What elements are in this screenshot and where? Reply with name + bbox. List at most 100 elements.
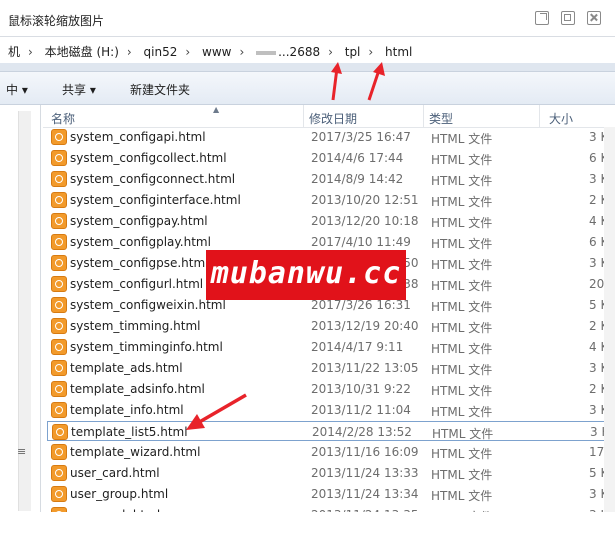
file-type: HTML 文件	[431, 342, 493, 356]
close-icon[interactable]	[587, 11, 601, 25]
file-name: user_group.html	[70, 487, 169, 501]
file-type: HTML 文件	[431, 321, 493, 335]
file-row[interactable]: system_timminginfo.html 2014/4/17 9:11 HTM…	[47, 337, 608, 357]
file-name: template_list5.html	[71, 425, 188, 439]
html-file-icon	[52, 424, 68, 440]
file-row[interactable]: template_list5.html 2014/2/28 13:52 HTML 文…	[47, 421, 609, 441]
file-row[interactable]: template_ads.html 2013/11/22 13:05 HTML 文件…	[47, 358, 608, 378]
column-type[interactable]: 类型	[429, 110, 453, 127]
html-file-icon	[51, 444, 67, 460]
file-date: 2013/11/24 13:33	[311, 466, 419, 480]
file-type: HTML 文件	[431, 195, 493, 209]
column-separator[interactable]	[423, 105, 424, 127]
html-file-icon	[51, 255, 67, 271]
restore-icon[interactable]	[535, 11, 549, 25]
file-name: system_configconnect.html	[70, 172, 236, 186]
file-type: HTML 文件	[431, 405, 493, 419]
file-type: HTML 文件	[431, 384, 493, 398]
column-name[interactable]: 名称	[51, 110, 75, 127]
breadcrumb-item[interactable]: ...2688	[278, 45, 320, 59]
html-file-icon	[51, 213, 67, 229]
column-separator[interactable]	[303, 105, 304, 127]
file-date: 2017/3/26 16:31	[311, 298, 411, 312]
file-row[interactable]: user_card.html 2013/11/24 13:33 HTML 文件 5 K	[47, 463, 608, 483]
file-row[interactable]: system_configinterface.html 2013/10/20 12…	[47, 190, 608, 210]
toolbar: 中 ▾ 共享 ▾ 新建文件夹	[0, 72, 615, 105]
file-name: system_configinterface.html	[70, 193, 241, 207]
html-file-icon	[51, 381, 67, 397]
file-date: 2017/4/10 11:49	[311, 235, 411, 249]
list-scrollbar[interactable]	[604, 127, 615, 512]
html-file-icon	[51, 318, 67, 334]
title-bar: 鼠标滚轮缩放图片	[0, 0, 615, 36]
breadcrumb-item[interactable]: 本地磁盘 (H:)	[45, 45, 119, 59]
organize-button[interactable]: 中 ▾	[6, 81, 28, 98]
breadcrumb-item[interactable]: 机	[8, 45, 20, 59]
file-type: HTML 文件	[431, 237, 493, 251]
file-list: system_configapi.html 2017/3/25 16:47 HTML…	[43, 127, 615, 512]
breadcrumb-item[interactable]: www	[202, 45, 231, 59]
column-size[interactable]: 大小	[549, 110, 573, 127]
share-button[interactable]: 共享 ▾	[62, 81, 96, 98]
file-row[interactable]: template_info.html 2013/11/2 11:04 HTML 文件…	[47, 400, 608, 420]
file-row[interactable]: system_configconnect.html 2014/8/9 14:42 H…	[47, 169, 608, 189]
file-type: HTML 文件	[431, 489, 493, 503]
file-type: HTML 文件	[432, 427, 494, 441]
bottom-area	[0, 512, 615, 550]
file-row[interactable]: user_rank.html2013/11/24 13:35HTML 文件3 K	[47, 505, 608, 512]
file-date: 2013/12/19 20:40	[311, 319, 419, 333]
file-row[interactable]: system_configcollect.html 2014/4/6 17:44 H…	[47, 148, 608, 168]
file-name: system_configpay.html	[70, 214, 208, 228]
new-folder-button[interactable]: 新建文件夹	[130, 81, 190, 98]
file-row[interactable]: user_group.html 2013/11/24 13:34 HTML 文件 3 …	[47, 484, 608, 504]
file-type: HTML 文件	[431, 279, 493, 293]
file-date: 2014/4/17 9:11	[311, 340, 404, 354]
file-date: 2013/11/16 16:09	[311, 445, 419, 459]
breadcrumb-item[interactable]: qin52	[144, 45, 178, 59]
html-file-icon	[51, 402, 67, 418]
file-name: template_ads.html	[70, 361, 183, 375]
file-type: HTML 文件	[431, 468, 493, 482]
file-type: HTML 文件	[431, 300, 493, 314]
file-date: 2017/3/25 16:47	[311, 130, 411, 144]
file-type: HTML 文件	[431, 132, 493, 146]
redacted-segment	[256, 50, 277, 55]
file-type: HTML 文件	[431, 363, 493, 377]
html-file-icon	[51, 171, 67, 187]
file-row[interactable]: template_wizard.html 2013/11/16 16:09 HTML…	[47, 442, 615, 462]
file-row[interactable]: system_configplay.html 2017/4/10 11:49 HTM…	[47, 232, 608, 252]
file-name: system_configweixin.html	[70, 298, 226, 312]
file-name: system_configcollect.html	[70, 151, 227, 165]
file-row[interactable]: system_configpay.html 2013/12/20 10:18 HTM…	[47, 211, 608, 231]
file-row[interactable]: system_configapi.html 2017/3/25 16:47 HTML…	[47, 127, 608, 147]
chevron-right-icon: ›	[368, 45, 374, 59]
breadcrumb: 机 › 本地磁盘 (H:) › qin52 › www › ...2688 › tpl › …	[8, 43, 420, 60]
html-file-icon	[51, 234, 67, 250]
file-row[interactable]: system_timming.html 2013/12/19 20:40 HTML …	[47, 316, 608, 336]
column-date[interactable]: 修改日期	[309, 110, 357, 127]
file-name: system_timminginfo.html	[70, 340, 223, 354]
window-title: 鼠标滚轮缩放图片	[8, 14, 105, 28]
navigation-pane: ≡	[0, 105, 41, 515]
column-separator[interactable]	[539, 105, 540, 127]
breadcrumb-item[interactable]: html	[385, 45, 412, 59]
file-date: 2013/11/2 11:04	[311, 403, 411, 417]
file-row[interactable]: template_adsinfo.html 2013/10/31 9:22 HTML…	[47, 379, 608, 399]
file-date: 2014/8/9 14:42	[311, 172, 404, 186]
html-file-icon	[51, 150, 67, 166]
address-bar[interactable]: 机 › 本地磁盘 (H:) › qin52 › www › ...2688 › tpl › …	[0, 36, 615, 64]
file-date: 2013/12/20 10:18	[311, 214, 419, 228]
maximize-icon[interactable]	[561, 11, 575, 25]
file-name: system_configurl.html	[70, 277, 204, 291]
file-type: HTML 文件	[431, 153, 493, 167]
splitter-grip-icon[interactable]: ≡	[17, 445, 26, 458]
file-type: HTML 文件	[431, 258, 493, 272]
divider-strip	[0, 63, 615, 72]
chevron-right-icon: ›	[28, 45, 33, 59]
file-name: system_timming.html	[70, 319, 201, 333]
sort-ascending-icon: ▲	[213, 105, 220, 114]
breadcrumb-item[interactable]: tpl	[345, 45, 361, 59]
file-name: template_info.html	[70, 403, 184, 417]
file-date: 2013/11/22 13:05	[311, 361, 419, 375]
file-type: HTML 文件	[431, 447, 493, 461]
